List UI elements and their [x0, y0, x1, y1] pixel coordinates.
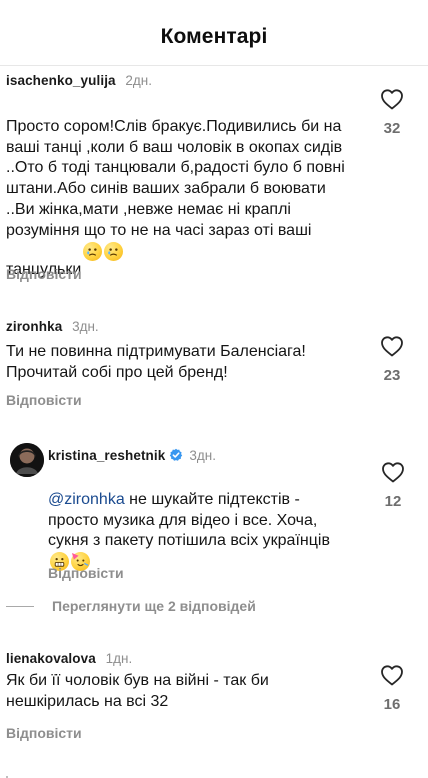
- comment-meta: kristina_reshetnik 3дн.: [48, 448, 216, 464]
- like-count: 16: [383, 696, 401, 713]
- view-more-replies-label: Переглянути ще 2 відповідей: [52, 598, 256, 614]
- comment-text: Просто сором!Слів бракує.Подивились би н…: [6, 96, 356, 280]
- comment-text: Ти не повинна підтримувати Баленсіага! П…: [6, 343, 306, 381]
- reply-button[interactable]: Відповісти: [6, 266, 82, 282]
- crying-face-emoji: [83, 241, 103, 261]
- like-button[interactable]: 12: [373, 461, 413, 510]
- reply-button[interactable]: Відповісти: [48, 565, 124, 581]
- heart-outline-icon: [382, 462, 404, 483]
- view-more-replies-button[interactable]: Переглянути ще 2 відповідей: [6, 598, 256, 614]
- comment-username[interactable]: kristina_reshetnik: [48, 448, 165, 463]
- heart-outline-icon: [381, 665, 403, 686]
- comment-time: 3дн.: [189, 448, 216, 463]
- heart-outline-icon: [381, 336, 403, 357]
- crying-face-emoji: [104, 241, 124, 261]
- like-button[interactable]: 32: [372, 88, 412, 137]
- like-count: 23: [383, 367, 401, 384]
- comment-meta: zironhka 3дн.: [6, 319, 99, 335]
- comment-time: 3дн.: [72, 319, 99, 334]
- comment-time: 1дн.: [105, 651, 133, 666]
- comment-text-body: Просто сором!Слів бракує.Подивились би н…: [6, 117, 345, 278]
- next-comment-partial: [6, 769, 176, 778]
- verified-badge-icon: [170, 448, 183, 461]
- comment-meta: lienakovalova 1дн.: [6, 651, 132, 667]
- comment-meta: isachenko_yulija 2дн.: [6, 73, 152, 89]
- comment-time: 2дн.: [125, 73, 153, 88]
- page-title: Коментарі: [160, 25, 268, 48]
- reply-button[interactable]: Відповісти: [6, 392, 82, 408]
- like-button[interactable]: 16: [372, 664, 412, 713]
- heart-outline-icon: [381, 89, 403, 110]
- divider-line: [6, 605, 34, 607]
- like-button[interactable]: 23: [372, 335, 412, 384]
- profile-avatar: [10, 443, 44, 477]
- like-count: 32: [383, 120, 401, 137]
- comments-header: Коментарі: [0, 0, 428, 66]
- comment-text: Як би її чоловік був на війні - так би н…: [6, 672, 269, 710]
- comment-username[interactable]: zironhka: [6, 319, 62, 334]
- comment-username[interactable]: lienakovalova: [6, 651, 96, 666]
- mention-link[interactable]: @zironhka: [48, 491, 125, 508]
- reply-button[interactable]: Відповісти: [6, 725, 82, 741]
- comment-username[interactable]: isachenko_yulija: [6, 73, 116, 88]
- avatar[interactable]: [10, 443, 44, 477]
- like-count: 12: [384, 493, 402, 510]
